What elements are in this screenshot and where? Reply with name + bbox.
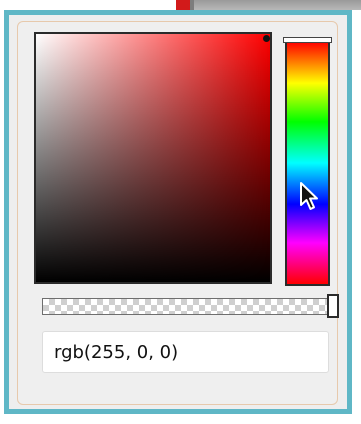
saturation-brightness-handle[interactable] <box>263 35 270 42</box>
color-value-input[interactable] <box>42 331 329 373</box>
arrow-pointer-icon <box>300 182 318 210</box>
hue-slider[interactable] <box>285 40 330 286</box>
color-picker-screen <box>0 0 361 424</box>
selected-color-swatch[interactable] <box>176 0 190 10</box>
alpha-slider-handle[interactable] <box>327 294 339 318</box>
hue-slider-handle[interactable] <box>283 37 332 43</box>
saturation-brightness-area[interactable] <box>34 32 272 284</box>
background-toolbar <box>194 0 361 10</box>
alpha-slider[interactable] <box>42 298 328 315</box>
